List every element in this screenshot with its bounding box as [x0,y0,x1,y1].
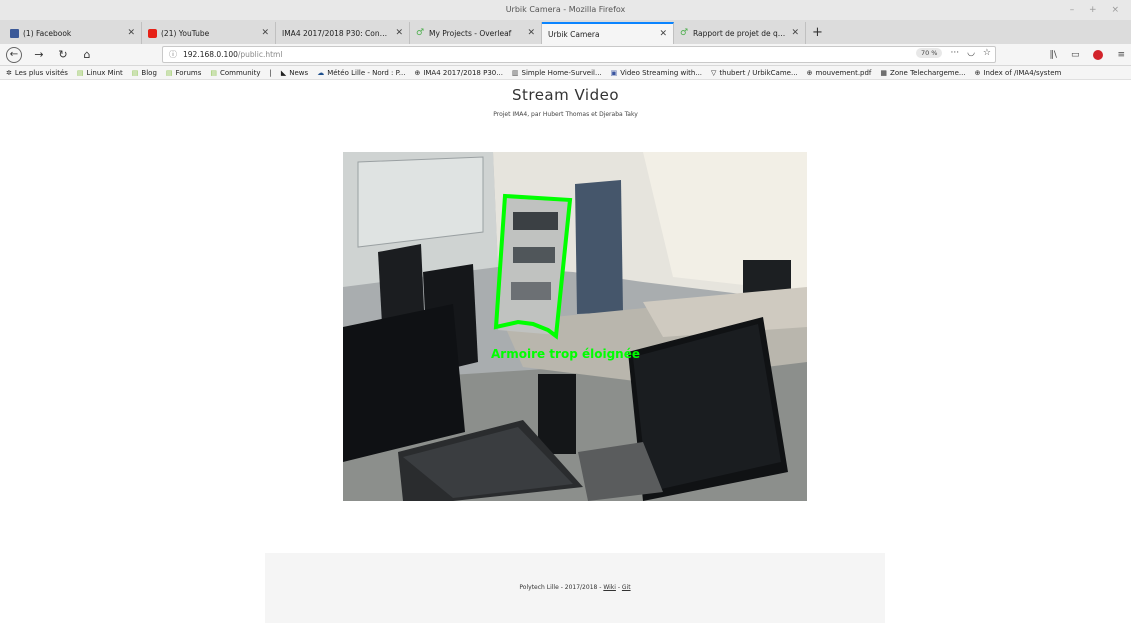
bookmark-item[interactable]: ▣ Video Streaming with... [611,69,702,77]
bookmark-label: Video Streaming with... [620,68,703,77]
bookmark-label: Les plus visités [14,68,68,77]
home-button[interactable]: ⌂ [80,48,94,61]
bookmark-label: Zone Telechargeme... [890,68,966,77]
folder-icon: ▤ [210,68,217,77]
globe-icon: ⊕ [414,68,421,77]
bookmark-item[interactable]: ▥ Simple Home-Surveil... [512,69,602,77]
bookmark-separator: | [269,68,272,77]
pocket-icon[interactable]: ◡ [967,48,975,58]
download-icon: ▦ [880,68,888,77]
close-icon[interactable]: ✕ [261,28,269,38]
bookmark-item[interactable]: ☁ Météo Lille - Nord : P... [317,69,405,77]
window-titlebar: Urbik Camera - Mozilla Firefox – + × [0,0,1131,20]
overleaf-icon: ♂ [416,27,425,38]
bookmark-label: Forums [175,68,202,77]
bookmark-item[interactable]: ▽ thubert / UrbikCame... [711,69,798,77]
folder-icon: ▤ [165,68,173,77]
bookmark-item[interactable]: ▤ Linux Mint [77,69,123,77]
bookmark-item[interactable]: ⊕ IMA4 2017/2018 P30... [414,69,502,77]
url-bar[interactable]: ⓘ 192.168.0.100/public.html 70 % ··· ◡ ☆ [162,46,996,63]
menu-icon[interactable]: ≡ [1117,50,1125,60]
close-icon[interactable]: ✕ [527,28,535,38]
adblock-icon[interactable] [1093,49,1104,60]
reload-button[interactable]: ↻ [56,48,70,61]
footer-text: Polytech Lille - 2017/2018 - [519,584,604,591]
globe-icon: ⊕ [806,68,813,77]
tab-label: Urbik Camera [548,29,600,39]
back-button[interactable]: ← [6,46,22,63]
page-subtitle: Projet IMA4, par Hubert Thomas et Djerab… [493,111,638,118]
tab-youtube[interactable]: (21) YouTube ✕ [142,22,276,44]
nav-bar: ← → ↻ ⌂ ⓘ 192.168.0.100/public.html 70 %… [0,44,1131,66]
folder-icon: ▤ [76,68,84,77]
tab-bar: (1) Facebook ✕ (21) YouTube ✕ IMA4 2017/… [0,20,1131,44]
tab-label: My Projects - Overleaf [429,28,512,38]
new-tab-button[interactable]: + [806,22,829,44]
bookmark-label: Météo Lille - Nord : P... [327,68,406,77]
overleaf-icon: ♂ [680,27,689,38]
tab-label: IMA4 2017/2018 P30: Contrôle d'u [282,28,390,38]
bookmark-item[interactable]: ✲ Les plus visités [6,69,68,77]
page-icon: ▥ [511,68,519,77]
bookmark-label: mouvement.pdf [815,68,872,77]
detection-label: Armoire trop éloignée [491,347,640,361]
bookmark-item[interactable]: ◣ News [281,69,308,77]
weather-icon: ☁ [317,68,325,77]
page-actions-icon[interactable]: ··· [950,48,959,58]
tab-facebook[interactable]: (1) Facebook ✕ [4,22,142,44]
tab-urbik-camera[interactable]: Urbik Camera ✕ [542,22,674,44]
bookmark-label: IMA4 2017/2018 P30... [423,68,503,77]
page-content: Stream Video Projet IMA4, par Hubert Tho… [0,80,1131,635]
gear-icon: ✲ [6,68,12,77]
close-icon[interactable]: ✕ [395,28,403,38]
sidebar-icon[interactable]: ▭ [1071,50,1080,60]
url-path: /public.html [237,50,283,59]
bookmark-item[interactable]: ▤ Blog [132,69,157,77]
bookmark-item[interactable]: ⊕ mouvement.pdf [807,69,872,77]
folder-icon: ▤ [131,68,139,77]
info-icon[interactable]: ⓘ [169,49,177,60]
bookmark-label: Simple Home-Surveil... [521,68,602,77]
zoom-indicator[interactable]: 70 % [915,48,943,58]
footer: Polytech Lille - 2017/2018 - Wiki - Git [265,553,885,623]
url-host: 192.168.0.100 [183,50,238,59]
tab-ima4[interactable]: IMA4 2017/2018 P30: Contrôle d'u ✕ [276,22,410,44]
tab-overleaf[interactable]: ♂ My Projects - Overleaf ✕ [410,22,542,44]
close-icon[interactable]: ✕ [791,28,799,38]
camera-frame: Armoire trop éloignée [343,152,807,501]
tab-label: (21) YouTube [161,28,210,38]
bookmark-star-icon[interactable]: ☆ [983,48,991,58]
git-link[interactable]: Git [622,584,631,591]
bookmark-item[interactable]: ▤ Forums [166,69,201,77]
close-icon[interactable]: ✕ [127,28,135,38]
bookmark-label: Index of /IMA4/system [983,68,1062,77]
bookmark-label: News [289,68,309,77]
forward-button[interactable]: → [32,48,46,61]
bookmarks-bar: ✲ Les plus visités ▤ Linux Mint ▤ Blog ▤ For… [0,66,1131,80]
globe-icon: ⊕ [974,68,981,77]
facebook-icon [10,28,19,38]
bookmark-item[interactable]: ▦ Zone Telechargeme... [880,69,965,77]
gitlab-icon: ▽ [711,68,717,77]
rss-icon: ◣ [280,68,287,77]
youtube-icon [148,28,157,38]
window-title: Urbik Camera - Mozilla Firefox [505,5,626,14]
tab-rapport[interactable]: ♂ Rapport de projet de quatrième ✕ [674,22,806,44]
bookmark-label: Blog [141,68,157,77]
bookmark-label: Community [220,68,261,77]
bookmark-label: Linux Mint [86,68,123,77]
window-controls[interactable]: – + × [1070,0,1125,20]
bookmark-item[interactable]: ⊕ Index of /IMA4/system [975,69,1062,77]
close-icon[interactable]: ✕ [659,29,667,39]
tab-label: Rapport de projet de quatrième [693,28,785,38]
page-title: Stream Video [511,86,620,104]
video-stream[interactable]: Armoire trop éloignée [343,152,807,501]
wiki-link[interactable]: Wiki [603,584,616,591]
tab-label: (1) Facebook [23,28,72,38]
bookmark-item[interactable]: ▤ Community [210,69,260,77]
page-icon: ▣ [610,68,618,77]
bookmark-label: thubert / UrbikCame... [719,68,798,77]
library-icon[interactable]: ∥\ [1049,50,1057,60]
